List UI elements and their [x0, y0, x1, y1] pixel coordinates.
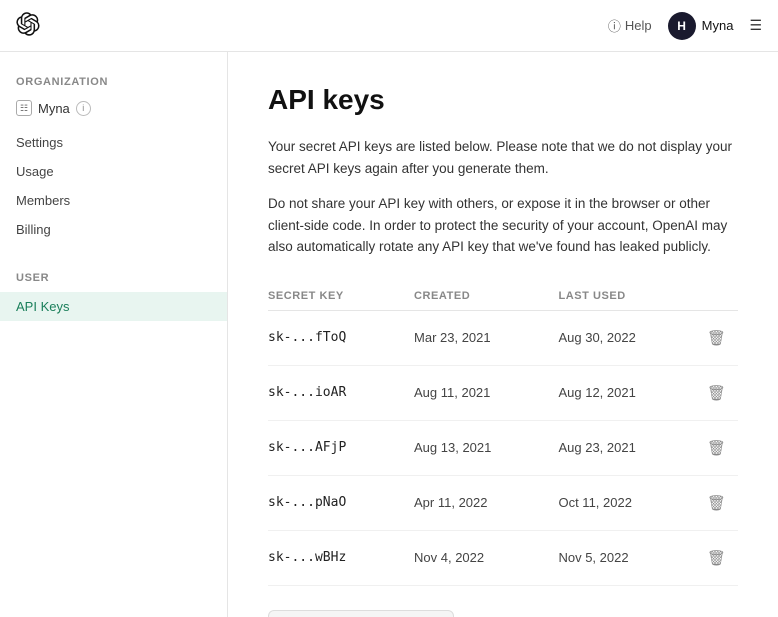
key-name-cell: sk-...ioAR: [268, 365, 414, 420]
table-row: sk-...AFjP Aug 13, 2021 Aug 23, 2021 🗑: [268, 420, 738, 475]
topbar: ⓘ Help H Myna ☰: [0, 0, 778, 52]
last-used-date-cell: Aug 30, 2022: [558, 310, 702, 365]
description-1: Your secret API keys are listed below. P…: [268, 136, 738, 179]
col-header-last-used: LAST USED: [558, 282, 702, 311]
create-secret-key-button[interactable]: + Create new secret key: [268, 610, 454, 617]
table-row: sk-...ioAR Aug 11, 2021 Aug 12, 2021 🗑: [268, 365, 738, 420]
org-row: ☷ Myna i: [0, 96, 227, 128]
api-keys-table: SECRET KEY CREATED LAST USED sk-...fToQ …: [268, 282, 738, 586]
delete-cell: 🗑: [703, 475, 738, 530]
delete-key-button[interactable]: 🗑: [703, 545, 730, 571]
col-header-actions: [703, 282, 738, 311]
sidebar-item-api-keys[interactable]: API Keys: [0, 292, 227, 321]
org-name: Myna: [38, 101, 70, 116]
description-2: Do not share your API key with others, o…: [268, 193, 738, 258]
main-content: API keys Your secret API keys are listed…: [228, 52, 778, 617]
delete-cell: 🗑: [703, 310, 738, 365]
table-row: sk-...pNaO Apr 11, 2022 Oct 11, 2022 🗑: [268, 475, 738, 530]
delete-cell: 🗑: [703, 365, 738, 420]
trash-icon: 🗑: [707, 549, 726, 567]
col-header-secret-key: SECRET KEY: [268, 282, 414, 311]
last-used-date-cell: Oct 11, 2022: [558, 475, 702, 530]
user-section-label: USER: [0, 264, 227, 292]
user-name: Myna: [702, 18, 734, 33]
created-date-cell: Aug 11, 2021: [414, 365, 558, 420]
last-used-date-cell: Aug 12, 2021: [558, 365, 702, 420]
delete-cell: 🗑: [703, 420, 738, 475]
last-used-date-cell: Aug 23, 2021: [558, 420, 702, 475]
avatar: H: [668, 12, 696, 40]
last-used-date-cell: Nov 5, 2022: [558, 530, 702, 585]
trash-icon: 🗑: [707, 439, 726, 457]
table-row: sk-...wBHz Nov 4, 2022 Nov 5, 2022 🗑: [268, 530, 738, 585]
sidebar-item-billing[interactable]: Billing: [0, 215, 227, 244]
page-title: API keys: [268, 84, 738, 116]
delete-key-button[interactable]: 🗑: [703, 435, 730, 461]
openai-logo: [16, 12, 40, 39]
user-menu[interactable]: H Myna: [668, 12, 734, 40]
sidebar: ORGANIZATION ☷ Myna i Settings Usage Mem…: [0, 52, 228, 617]
org-section-label: ORGANIZATION: [0, 76, 227, 96]
delete-key-button[interactable]: 🗑: [703, 380, 730, 406]
key-name-cell: sk-...wBHz: [268, 530, 414, 585]
sidebar-item-usage[interactable]: Usage: [0, 157, 227, 186]
delete-cell: 🗑: [703, 530, 738, 585]
trash-icon: 🗑: [707, 494, 726, 512]
topbar-left: [16, 12, 40, 39]
help-label: Help: [625, 18, 652, 33]
delete-key-button[interactable]: 🗑: [703, 325, 730, 351]
sidebar-item-members[interactable]: Members: [0, 186, 227, 215]
created-date-cell: Aug 13, 2021: [414, 420, 558, 475]
info-icon[interactable]: i: [76, 101, 91, 116]
key-name-cell: sk-...AFjP: [268, 420, 414, 475]
created-date-cell: Apr 11, 2022: [414, 475, 558, 530]
help-circle-icon: ⓘ: [608, 16, 621, 35]
created-date-cell: Mar 23, 2021: [414, 310, 558, 365]
trash-icon: 🗑: [707, 384, 726, 402]
help-button[interactable]: ⓘ Help: [608, 16, 652, 35]
hamburger-menu[interactable]: ☰: [749, 17, 762, 34]
key-name-cell: sk-...pNaO: [268, 475, 414, 530]
col-header-created: CREATED: [414, 282, 558, 311]
key-name-cell: sk-...fToQ: [268, 310, 414, 365]
delete-key-button[interactable]: 🗑: [703, 490, 730, 516]
topbar-right: ⓘ Help H Myna ☰: [608, 12, 762, 40]
trash-icon: 🗑: [707, 329, 726, 347]
table-row: sk-...fToQ Mar 23, 2021 Aug 30, 2022 🗑: [268, 310, 738, 365]
layout: ORGANIZATION ☷ Myna i Settings Usage Mem…: [0, 0, 778, 617]
sidebar-item-settings[interactable]: Settings: [0, 128, 227, 157]
created-date-cell: Nov 4, 2022: [414, 530, 558, 585]
org-icon: ☷: [16, 100, 32, 116]
